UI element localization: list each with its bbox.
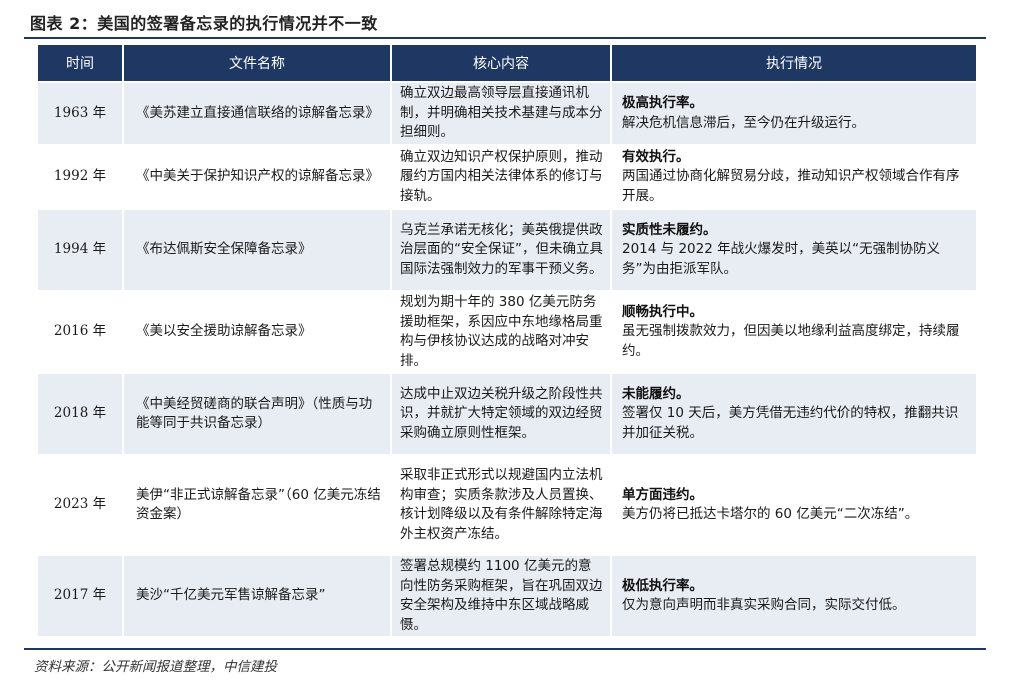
execution-detail: 签署仅 10 天后，美方凭借无违约代价的特权，推翻共识并加征关税。 — [622, 405, 959, 441]
header-execution: 执行情况 — [612, 45, 976, 81]
header-core-content: 核心内容 — [392, 45, 610, 81]
execution-detail: 仅为意向声明而非真实采购合同，实际交付低。 — [622, 597, 906, 613]
cell-execution: 极高执行率。 解决危机信息滞后，至今仍在升级运行。 — [612, 83, 976, 144]
table-row: 2016 年 《美以安全援助谅解备忘录》 规划为期十年的 380 亿美元防务援助… — [38, 292, 976, 372]
cell-time: 2018 年 — [38, 374, 122, 454]
cell-time: 1992 年 — [38, 146, 122, 208]
source-note: 资料来源：公开新闻报道整理，中信建投 — [34, 659, 277, 675]
execution-detail: 2014 与 2022 年战火爆发时，美英以“无强制协防义务”为由拒派军队。 — [622, 241, 941, 277]
execution-verdict: 极高执行率。 — [622, 95, 703, 111]
cell-time: 1994 年 — [38, 210, 122, 290]
table-header: 时间 文件名称 核心内容 执行情况 — [38, 45, 976, 81]
cell-document-name: 《中美关于保护知识产权的谅解备忘录》 — [124, 146, 390, 208]
table-row: 1963 年 《美苏建立直接通信联络的谅解备忘录》 确立双边最高领导层直接通讯机… — [38, 83, 976, 144]
cell-core-content: 规划为期十年的 380 亿美元防务援助框架，系因应中东地缘格局重构与伊核协议达成… — [392, 292, 610, 372]
table-row: 1992 年 《中美关于保护知识产权的谅解备忘录》 确立双边知识产权保护原则，推… — [38, 146, 976, 208]
bottom-divider — [24, 648, 986, 650]
cell-core-content: 签署总规模约 1100 亿美元的意向性防务采购框架，旨在巩固双边安全架构及维持中… — [392, 556, 610, 636]
memorandum-table: 时间 文件名称 核心内容 执行情况 1963 年 《美苏建立直接通信联络的谅解备… — [36, 43, 978, 638]
title-divider — [24, 37, 986, 39]
cell-core-content: 乌克兰承诺无核化；美英俄提供政治层面的“安全保证”，但未确立具国际法强制效力的军… — [392, 210, 610, 290]
cell-core-content: 达成中止双边关税升级之阶段性共识，并就扩大特定领域的双边经贸采购确立原则性框架。 — [392, 374, 610, 454]
execution-verdict: 实质性未履约。 — [622, 221, 717, 238]
table-row: 2018 年 《中美经贸磋商的联合声明》（性质与功能等同于共识备忘录） 达成中止… — [38, 374, 976, 454]
cell-execution: 有效执行。 两国通过协商化解贸易分歧，推动知识产权领域合作有序开展。 — [612, 146, 976, 208]
cell-core-content: 确立双边最高领导层直接通讯机制，并明确相关技术基建与成本分担细则。 — [392, 83, 610, 144]
cell-document-name: 美伊“非正式谅解备忘录”（60 亿美元冻结资金案） — [124, 456, 390, 554]
cell-document-name: 美沙“千亿美元军售谅解备忘录” — [124, 556, 390, 636]
table-row: 1994 年 《布达佩斯安全保障备忘录》 乌克兰承诺无核化；美英俄提供政治层面的… — [38, 210, 976, 290]
execution-verdict: 有效执行。 — [622, 148, 690, 165]
execution-verdict: 极低执行率。 — [622, 577, 703, 594]
table-row: 2017 年 美沙“千亿美元军售谅解备忘录” 签署总规模约 1100 亿美元的意… — [38, 556, 976, 636]
figure-title: 图表 2：美国的签署备忘录的执行情况并不一致 — [30, 14, 378, 33]
execution-verdict: 未能履约。 — [622, 385, 690, 402]
execution-detail: 虽无强制拨款效力，但因美以地缘利益高度绑定，持续履约。 — [622, 323, 960, 359]
cell-execution: 顺畅执行中。 虽无强制拨款效力，但因美以地缘利益高度绑定，持续履约。 — [612, 292, 976, 372]
execution-detail: 解决危机信息滞后，至今仍在升级运行。 — [622, 114, 865, 131]
cell-document-name: 《中美经贸磋商的联合声明》（性质与功能等同于共识备忘录） — [124, 374, 390, 454]
cell-time: 2016 年 — [38, 292, 122, 372]
cell-execution: 未能履约。 签署仅 10 天后，美方凭借无违约代价的特权，推翻共识并加征关税。 — [612, 374, 976, 454]
execution-detail: 两国通过协商化解贸易分歧，推动知识产权领域合作有序开展。 — [622, 168, 960, 204]
cell-time: 1963 年 — [38, 83, 122, 144]
cell-document-name: 《美以安全援助谅解备忘录》 — [124, 292, 390, 372]
cell-core-content: 确立双边知识产权保护原则，推动履约方国内相关法律体系的修订与接轨。 — [392, 146, 610, 208]
cell-time: 2023 年 — [38, 456, 122, 554]
header-document-name: 文件名称 — [124, 45, 390, 81]
cell-execution: 实质性未履约。 2014 与 2022 年战火爆发时，美英以“无强制协防义务”为… — [612, 210, 976, 290]
cell-time: 2017 年 — [38, 556, 122, 636]
header-time: 时间 — [38, 45, 122, 81]
execution-verdict: 单方面违约。 — [622, 486, 703, 503]
cell-execution: 单方面违约。 美方仍将已抵达卡塔尔的 60 亿美元“二次冻结”。 — [612, 456, 976, 554]
cell-document-name: 《美苏建立直接通信联络的谅解备忘录》 — [124, 83, 390, 144]
cell-document-name: 《布达佩斯安全保障备忘录》 — [124, 210, 390, 290]
table-row: 2023 年 美伊“非正式谅解备忘录”（60 亿美元冻结资金案） 采取非正式形式… — [38, 456, 976, 554]
execution-detail: 美方仍将已抵达卡塔尔的 60 亿美元“二次冻结”。 — [622, 506, 919, 522]
execution-verdict: 顺畅执行中。 — [622, 303, 703, 320]
cell-execution: 极低执行率。 仅为意向声明而非真实采购合同，实际交付低。 — [612, 556, 976, 636]
cell-core-content: 采取非正式形式以规避国内立法机构审查；实质条款涉及人员置换、核计划降级以及有条件… — [392, 456, 610, 554]
